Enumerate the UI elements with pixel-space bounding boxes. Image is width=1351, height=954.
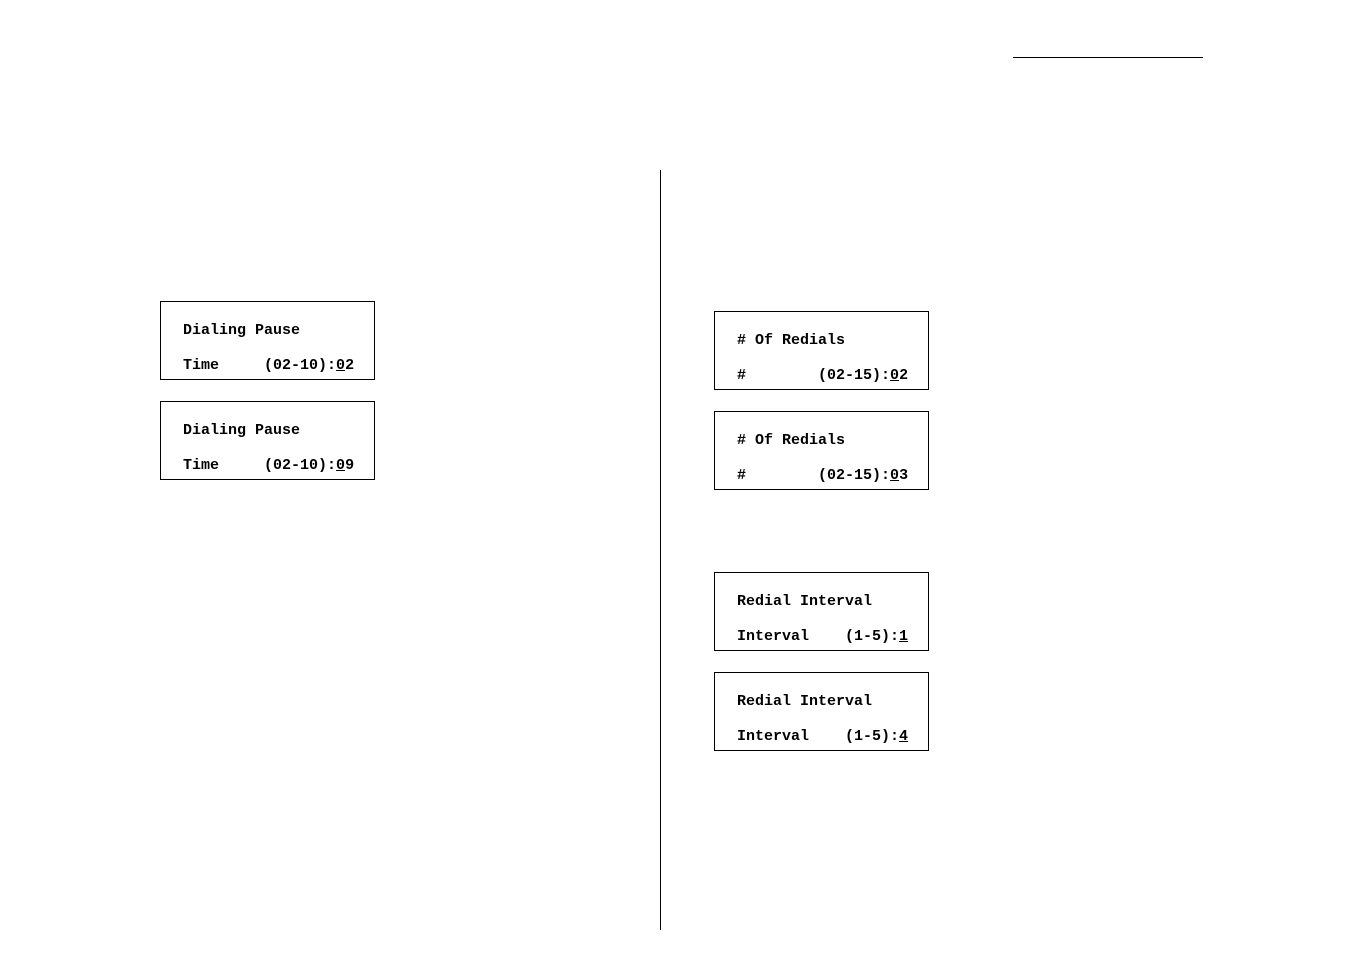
lcd-line2-suffix: 9 — [345, 457, 354, 474]
lcd-line1: # Of Redials — [737, 432, 845, 449]
lcd-line1: Redial Interval — [737, 693, 872, 710]
lcd-line1: Dialing Pause — [183, 322, 300, 339]
lcd-line1: Redial Interval — [737, 593, 872, 610]
lcd-line2-suffix: 2 — [345, 357, 354, 374]
lcd-line2-cursor: 0 — [336, 357, 345, 374]
lcd-redial-interval-entered: Redial Interval Interval (1-5):4 — [714, 672, 929, 751]
lcd-line2-prefix: Time (02-10): — [183, 457, 336, 474]
lcd-line1: # Of Redials — [737, 332, 845, 349]
lcd-line2-suffix: 2 — [899, 367, 908, 384]
page-divider — [660, 170, 661, 930]
lcd-redials-entered: # Of Redials # (02-15):03 — [714, 411, 929, 490]
lcd-line2-cursor: 0 — [890, 467, 899, 484]
lcd-line2-prefix: Interval (1-5): — [737, 628, 899, 645]
lcd-line2-prefix: # (02-15): — [737, 467, 890, 484]
lcd-line2-suffix: 3 — [899, 467, 908, 484]
lcd-line2-prefix: # (02-15): — [737, 367, 890, 384]
lcd-line2-cursor: 4 — [899, 728, 908, 745]
lcd-redials-default: # Of Redials # (02-15):02 — [714, 311, 929, 390]
lcd-redial-interval-default: Redial Interval Interval (1-5):1 — [714, 572, 929, 651]
lcd-dialing-pause-entered: Dialing Pause Time (02-10):09 — [160, 401, 375, 480]
header-rule — [1013, 57, 1203, 58]
lcd-line2-cursor: 0 — [890, 367, 899, 384]
lcd-line2-prefix: Interval (1-5): — [737, 728, 899, 745]
lcd-line2-prefix: Time (02-10): — [183, 357, 336, 374]
lcd-dialing-pause-default: Dialing Pause Time (02-10):02 — [160, 301, 375, 380]
lcd-line2-cursor: 0 — [336, 457, 345, 474]
lcd-line1: Dialing Pause — [183, 422, 300, 439]
lcd-line2-cursor: 1 — [899, 628, 908, 645]
